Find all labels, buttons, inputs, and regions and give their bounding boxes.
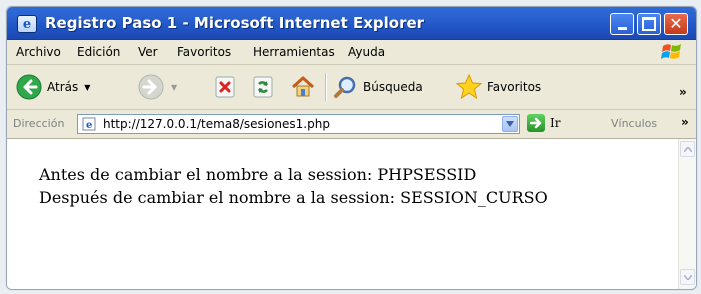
back-label: Atrás bbox=[47, 80, 79, 94]
address-bar: Dirección e http://127.0.0.1/tema8/sesio… bbox=[7, 110, 696, 139]
search-icon bbox=[334, 76, 356, 98]
back-arrow-icon bbox=[16, 74, 42, 100]
ie-page-icon: e bbox=[82, 117, 96, 131]
address-dropdown-button[interactable] bbox=[502, 116, 518, 132]
ie-page-icon: e bbox=[17, 15, 37, 33]
go-label: Ir bbox=[550, 116, 561, 130]
window-title: Registro Paso 1 - Microsoft Internet Exp… bbox=[45, 14, 425, 32]
windows-logo-icon bbox=[661, 44, 681, 59]
vertical-scrollbar[interactable] bbox=[678, 139, 696, 289]
favorites-button[interactable]: Favoritos bbox=[455, 72, 541, 102]
maximize-button[interactable] bbox=[637, 13, 661, 35]
links-label[interactable]: Vínculos bbox=[611, 117, 657, 130]
refresh-button[interactable] bbox=[251, 72, 275, 102]
search-label: Búsqueda bbox=[363, 80, 423, 94]
menu-favoritos[interactable]: Favoritos bbox=[177, 45, 231, 59]
scroll-down-button[interactable] bbox=[680, 269, 695, 285]
address-label: Dirección bbox=[13, 117, 65, 130]
session-before-text: Antes de cambiar el nombre a la session:… bbox=[39, 165, 477, 184]
scroll-down-icon bbox=[683, 274, 692, 280]
home-button[interactable] bbox=[289, 72, 317, 102]
dropdown-arrow-icon bbox=[506, 121, 514, 127]
maximize-icon bbox=[642, 17, 656, 31]
menu-ver[interactable]: Ver bbox=[138, 45, 158, 59]
stop-icon bbox=[215, 76, 235, 98]
page-content: Antes de cambiar el nombre a la session:… bbox=[7, 139, 678, 289]
minimize-button[interactable] bbox=[610, 13, 634, 35]
home-icon bbox=[291, 76, 315, 97]
forward-arrow-icon bbox=[138, 74, 164, 100]
browser-window: e Registro Paso 1 - Microsoft Internet E… bbox=[6, 6, 697, 290]
toolbar-separator bbox=[325, 73, 327, 101]
dropdown-arrow-icon[interactable]: ▼ bbox=[171, 83, 177, 92]
menu-archivo[interactable]: Archivo bbox=[16, 45, 61, 59]
address-input[interactable]: e http://127.0.0.1/tema8/sesiones1.php bbox=[77, 114, 520, 134]
close-icon: ✕ bbox=[669, 14, 683, 33]
refresh-icon bbox=[253, 76, 273, 98]
favorites-label: Favoritos bbox=[487, 80, 542, 94]
go-button[interactable]: Ir bbox=[527, 114, 560, 132]
toolbar: Atrás ▼ ▼ Búsqueda Favoritos » bbox=[7, 65, 696, 110]
minimize-icon bbox=[617, 26, 627, 30]
links-overflow-chevron[interactable]: » bbox=[681, 115, 689, 129]
toolbar-overflow-chevron[interactable]: » bbox=[679, 85, 687, 99]
forward-button[interactable]: ▼ bbox=[137, 72, 177, 102]
svg-text:e: e bbox=[86, 120, 92, 131]
scroll-up-icon bbox=[683, 146, 692, 152]
session-after-text: Después de cambiar el nombre a la sessio… bbox=[39, 188, 548, 207]
menu-ayuda[interactable]: Ayuda bbox=[348, 45, 385, 59]
stop-button[interactable] bbox=[213, 72, 237, 102]
menu-bar: Archivo Edición Ver Favoritos Herramient… bbox=[7, 40, 696, 65]
menu-herramientas[interactable]: Herramientas bbox=[253, 45, 335, 59]
close-button[interactable]: ✕ bbox=[664, 13, 688, 35]
favorites-star-icon bbox=[455, 73, 483, 100]
title-bar[interactable]: e Registro Paso 1 - Microsoft Internet E… bbox=[7, 7, 696, 40]
menu-edicion[interactable]: Edición bbox=[77, 45, 120, 59]
go-arrow-icon bbox=[527, 114, 545, 132]
scroll-up-button[interactable] bbox=[680, 141, 695, 157]
back-button[interactable]: Atrás ▼ bbox=[15, 72, 90, 102]
address-url[interactable]: http://127.0.0.1/tema8/sesiones1.php bbox=[103, 117, 330, 131]
search-button[interactable]: Búsqueda bbox=[333, 72, 423, 102]
dropdown-arrow-icon[interactable]: ▼ bbox=[84, 83, 90, 92]
